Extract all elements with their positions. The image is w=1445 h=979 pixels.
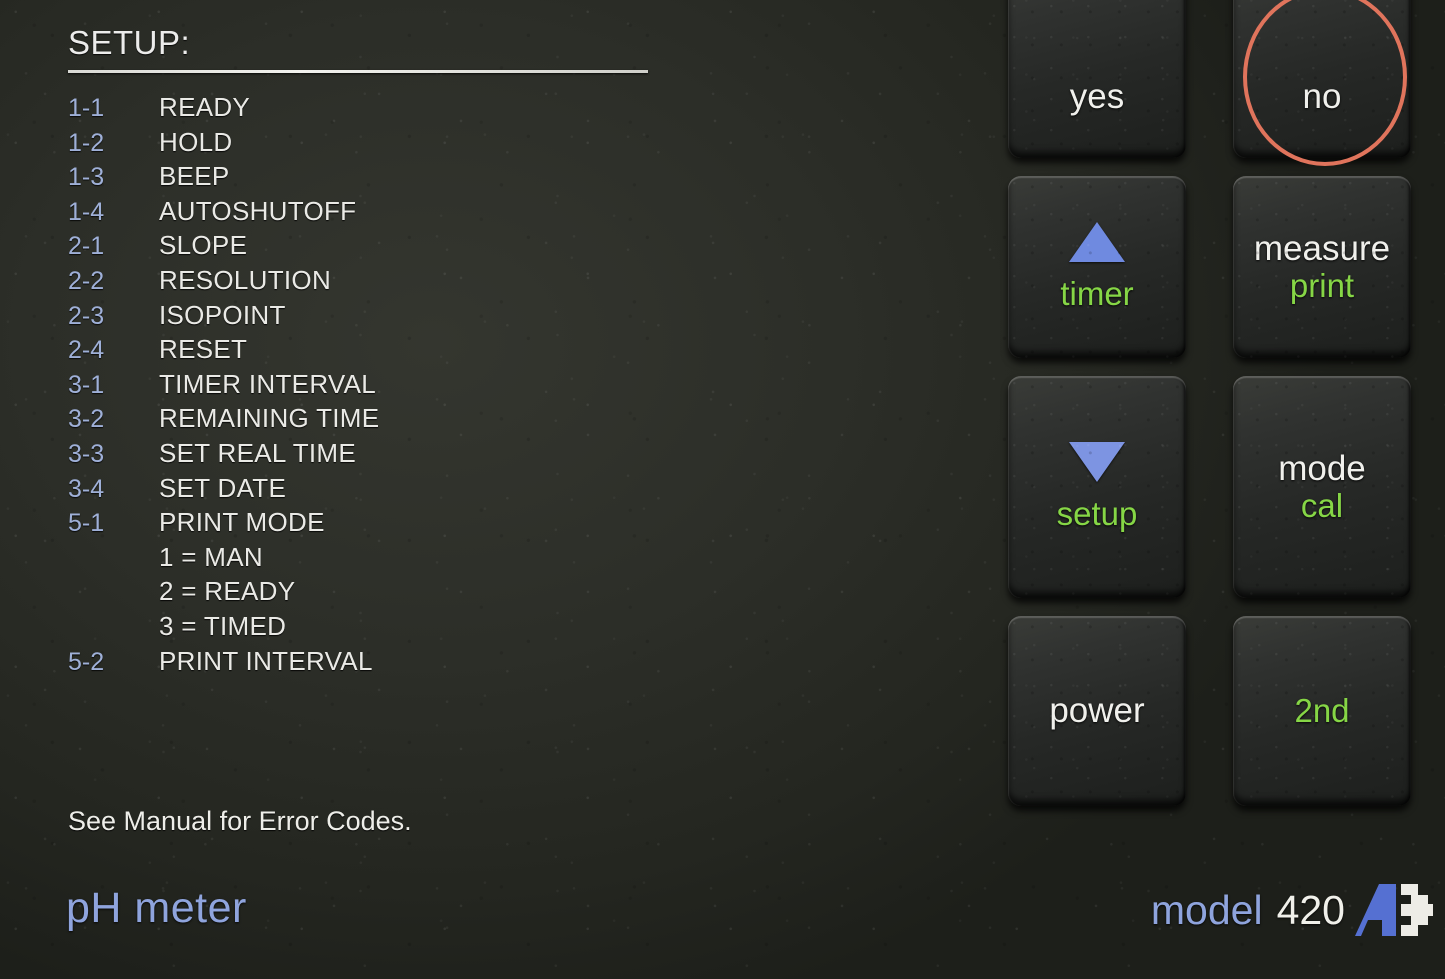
setup-item-code: 5-1 <box>68 509 105 538</box>
setup-item-label: PRINT MODE <box>159 507 325 538</box>
setup-list-item: 3-3 SET REAL TIME <box>68 438 948 473</box>
setup-list-item: 2-3 ISOPOINT <box>68 300 948 335</box>
setup-list-item: 3-1 TIMER INTERVAL <box>68 369 948 404</box>
setup-item-label: BEEP <box>159 161 230 192</box>
ph-meter-front-panel: SETUP: 1-1 READY 1-2 HOLD 1-3 BEEP 1-4 AUTOSHUT… <box>0 0 1445 979</box>
setup-item-label: REMAINING TIME <box>159 403 380 434</box>
setup-item-label: ISOPOINT <box>159 299 286 330</box>
setup-list-item: 3 = TIMED <box>68 611 948 646</box>
setup-heading-underline <box>68 70 648 73</box>
setup-list-item: 1-4 AUTOSHUTOFF <box>68 196 948 231</box>
key-primary-label: no <box>1302 76 1342 116</box>
setup-legend-panel: SETUP: 1-1 READY 1-2 HOLD 1-3 BEEP 1-4 AUTOSHUT… <box>68 24 948 680</box>
key-power[interactable]: power <box>1008 616 1186 806</box>
setup-list-item: 5-2 PRINT INTERVAL <box>68 646 948 681</box>
setup-item-code: 1-4 <box>68 197 105 226</box>
setup-item-code: 3-4 <box>68 474 105 503</box>
setup-item-label: PRINT INTERVAL <box>159 645 373 676</box>
setup-item-label: HOLD <box>159 126 233 157</box>
key-secondary-label: 2nd <box>1294 691 1350 729</box>
setup-item-label: TIMER INTERVAL <box>159 368 377 399</box>
setup-item-code: 2-2 <box>68 266 105 295</box>
key-primary-label: measure <box>1253 228 1391 268</box>
orion-a-logo-icon <box>1355 884 1433 936</box>
device-type-label: pH meter <box>66 884 247 932</box>
setup-list-item: 2-4 RESET <box>68 334 948 369</box>
key-mode[interactable]: mode cal <box>1233 376 1411 598</box>
setup-item-label: RESOLUTION <box>159 264 332 295</box>
setup-list-item: 2-1 SLOPE <box>68 230 948 265</box>
setup-list-item: 3-4 SET DATE <box>68 473 948 508</box>
setup-item-code: 2-1 <box>68 232 105 261</box>
branding: model 420 <box>1151 882 1433 938</box>
brand-model-number: 420 <box>1276 886 1345 933</box>
key-setup[interactable]: setup <box>1008 376 1186 598</box>
setup-item-code: 1-2 <box>68 128 105 157</box>
setup-item-label: SLOPE <box>159 230 248 261</box>
key-yes[interactable]: yes <box>1008 0 1186 158</box>
key-secondary-label: setup <box>1056 494 1138 532</box>
key-measure[interactable]: measure print <box>1233 176 1411 358</box>
setup-list-item: 1-2 HOLD <box>68 127 948 162</box>
setup-list-item: 3-2 REMAINING TIME <box>68 403 948 438</box>
key-2nd[interactable]: 2nd <box>1233 616 1411 806</box>
setup-item-code: 2-4 <box>68 336 105 365</box>
setup-heading: SETUP: <box>68 24 191 61</box>
key-secondary-label: cal <box>1300 487 1344 525</box>
triangle-down-icon <box>1069 441 1125 482</box>
brand-model-label: model <box>1150 886 1263 933</box>
setup-item-code: 1-1 <box>68 94 105 122</box>
setup-item-code: 3-1 <box>68 370 105 399</box>
setup-item-label: READY <box>159 92 251 122</box>
triangle-up-icon <box>1069 221 1125 262</box>
setup-code-list: 1-1 READY 1-2 HOLD 1-3 BEEP 1-4 AUTOSHUTOFF 2-1 S… <box>68 92 948 680</box>
key-secondary-label: print <box>1289 267 1355 305</box>
setup-item-label: SET REAL TIME <box>159 437 357 468</box>
setup-item-code: 5-2 <box>68 647 105 676</box>
setup-item-label: RESET <box>159 334 248 365</box>
setup-item-code: 3-3 <box>68 439 105 468</box>
setup-item-label: 3 = TIMED <box>159 610 287 641</box>
key-primary-label: yes <box>1069 76 1125 116</box>
setup-item-code: 2-3 <box>68 301 105 330</box>
setup-item-label: AUTOSHUTOFF <box>159 195 357 226</box>
setup-list-item: 1 = MAN <box>68 542 948 577</box>
keypad: yes no timer measure print setup mode cal power 2… <box>1008 0 1428 806</box>
setup-item-label: 2 = READY <box>159 576 296 607</box>
setup-list-item: 2-2 RESOLUTION <box>68 265 948 300</box>
setup-item-code: 1-3 <box>68 163 105 192</box>
key-primary-label: mode <box>1278 448 1366 488</box>
setup-item-label: 1 = MAN <box>159 541 263 572</box>
setup-list-item: 2 = READY <box>68 576 948 611</box>
setup-list-item: 1-3 BEEP <box>68 161 948 196</box>
error-codes-note: See Manual for Error Codes. <box>68 806 412 836</box>
key-secondary-label: timer <box>1060 274 1134 312</box>
key-primary-label: power <box>1049 691 1145 731</box>
setup-item-label: SET DATE <box>159 472 287 503</box>
setup-list-item: 1-1 READY <box>68 92 948 127</box>
key-no[interactable]: no <box>1233 0 1411 158</box>
key-timer[interactable]: timer <box>1008 176 1186 358</box>
setup-item-code: 3-2 <box>68 405 105 434</box>
setup-list-item: 5-1 PRINT MODE <box>68 507 948 542</box>
